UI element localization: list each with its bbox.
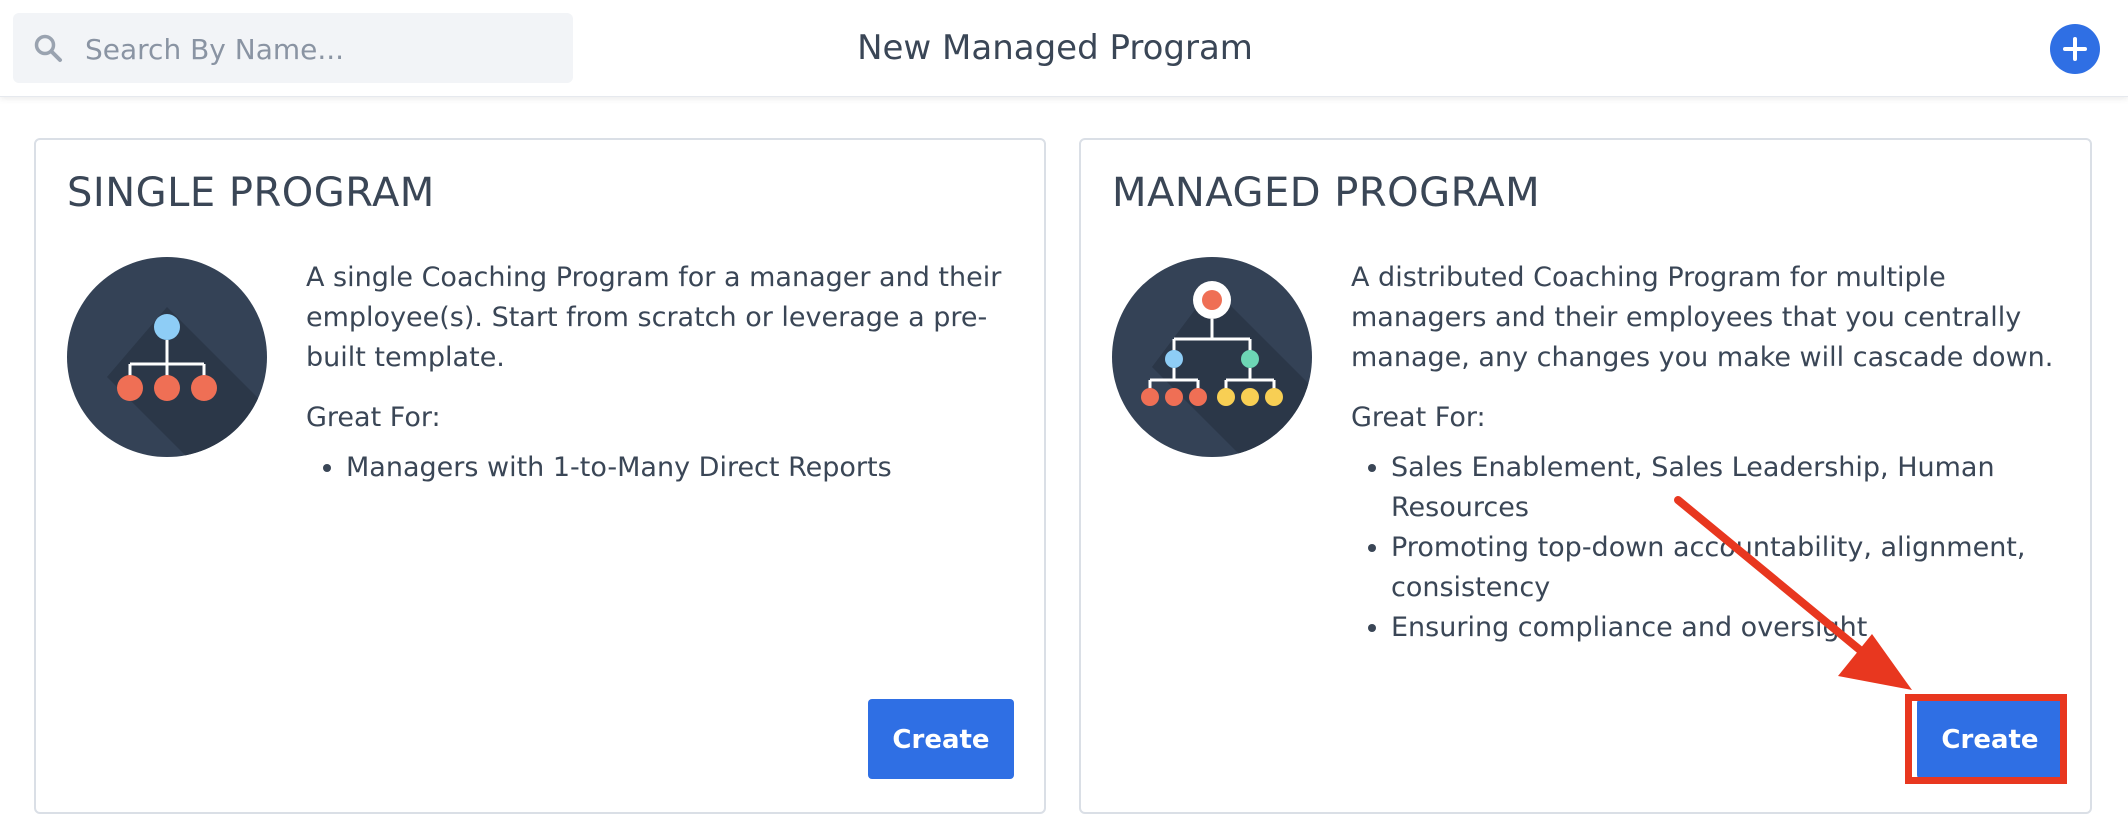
- add-button[interactable]: [2050, 24, 2100, 74]
- card-title: SINGLE PROGRAM: [67, 170, 435, 216]
- annotation-highlight-box: [1905, 694, 2067, 784]
- search-box[interactable]: [13, 13, 573, 85]
- card-description: A distributed Coaching Program for multi…: [1351, 262, 2054, 373]
- great-for-list: Managers with 1-to-Many Direct Reports: [306, 448, 1006, 488]
- card-description: A single Coaching Program for a manager …: [306, 262, 1002, 373]
- great-for-label: Great For:: [1351, 402, 1486, 433]
- list-item: Managers with 1-to-Many Direct Reports: [346, 448, 1006, 488]
- multi-level-org-chart-icon: [1112, 257, 1312, 457]
- annotation-arrow-icon: [1674, 496, 1912, 690]
- create-single-program-button[interactable]: Create: [868, 699, 1014, 779]
- top-bar: New Managed Program: [0, 0, 2128, 97]
- great-for-label: Great For:: [306, 402, 441, 433]
- search-icon: [34, 34, 62, 62]
- org-chart-icon: [67, 257, 267, 457]
- search-input[interactable]: [83, 13, 557, 85]
- single-program-card: SINGLE PROGRAM A single Coaching Program…: [34, 138, 1046, 814]
- card-title: MANAGED PROGRAM: [1112, 170, 1541, 216]
